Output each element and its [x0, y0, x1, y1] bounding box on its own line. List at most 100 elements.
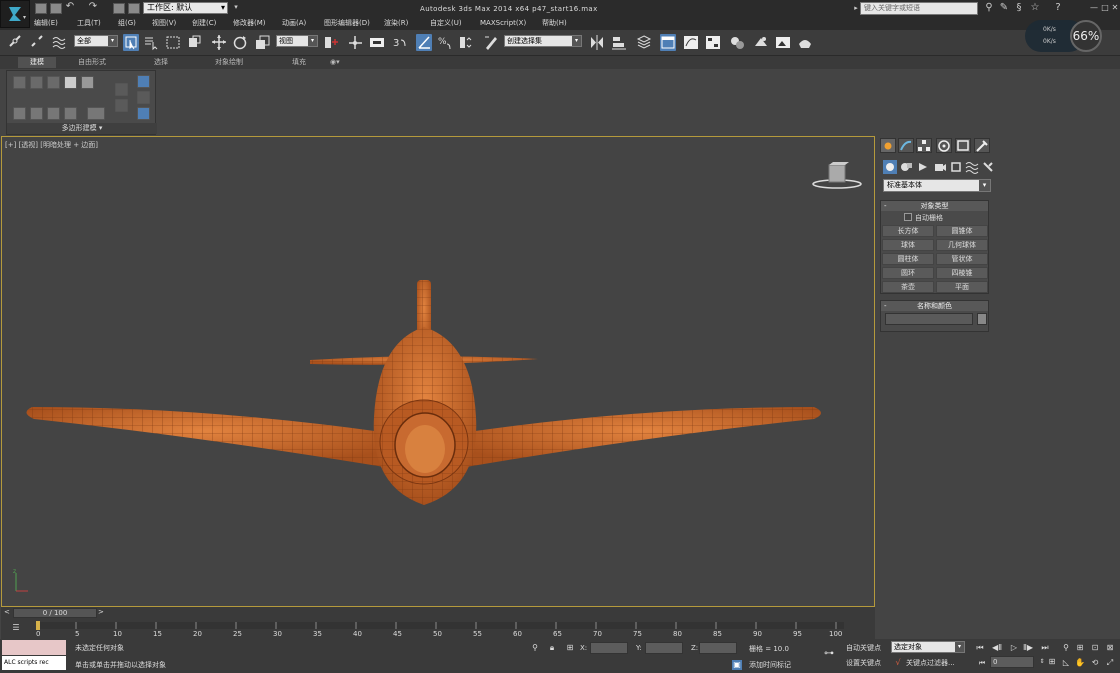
object-name-field[interactable]	[885, 313, 973, 325]
tab-selection[interactable]: 选择	[154, 57, 168, 68]
motion-tab-icon[interactable]	[936, 138, 952, 153]
menu-customize[interactable]: 自定义(U)	[430, 17, 462, 29]
save-file-icon[interactable]	[113, 3, 125, 14]
set-key-button[interactable]: 设置关键点	[846, 658, 881, 668]
subscription-icon[interactable]: §	[1013, 2, 1025, 14]
time-slider[interactable]: < 0 / 100 >	[1, 607, 875, 619]
next-frame-icon[interactable]: Ⅱ▶	[1022, 642, 1034, 654]
menu-animation[interactable]: 动画(A)	[282, 17, 306, 29]
align-icon[interactable]	[611, 34, 627, 51]
z-coord-field[interactable]	[699, 642, 737, 654]
teapot-button[interactable]: 茶壶	[882, 281, 934, 293]
ribbon-tool-icon[interactable]	[137, 75, 150, 88]
menu-modifiers[interactable]: 修改器(M)	[233, 17, 266, 29]
select-and-link-icon[interactable]	[7, 34, 23, 51]
perspective-viewport[interactable]: [+] [透视] [明暗处理 + 边面] z	[1, 136, 875, 607]
ribbon-options-icon[interactable]: ◉▾	[330, 57, 340, 68]
key-filters-button[interactable]: 关键点过滤器...	[906, 658, 955, 668]
zoom-extents-icon[interactable]: ⊡	[1089, 642, 1101, 654]
field-of-view-icon[interactable]: ◺	[1060, 657, 1072, 669]
airplane-model[interactable]	[2, 137, 876, 608]
selection-lock-icon[interactable]: 🔒︎	[547, 643, 557, 653]
edit-named-selection-icon[interactable]	[483, 34, 499, 51]
key-mode-icon[interactable]: ⏮	[976, 657, 988, 669]
tab-object-paint[interactable]: 对象绘制	[215, 57, 243, 68]
tube-button[interactable]: 管状体	[936, 253, 988, 265]
ribbon-tool-icon[interactable]	[64, 76, 77, 89]
key-selection-dropdown[interactable]: 选定对象 ▾	[891, 641, 965, 653]
cylinder-button[interactable]: 圆柱体	[882, 253, 934, 265]
geometry-icon[interactable]	[883, 160, 897, 174]
menu-maxscript[interactable]: MAXScript(X)	[480, 17, 526, 29]
ribbon-tool-icon[interactable]	[47, 76, 60, 89]
menu-tools[interactable]: 工具(T)	[77, 17, 101, 29]
select-object-icon[interactable]	[123, 34, 139, 51]
select-and-move-icon[interactable]	[211, 34, 227, 51]
plane-button[interactable]: 平面	[936, 281, 988, 293]
time-prev-icon[interactable]: <	[4, 608, 10, 616]
time-next-icon[interactable]: >	[98, 608, 104, 616]
shapes-icon[interactable]	[899, 160, 913, 174]
primitive-type-dropdown[interactable]: 标准基本体 ▾	[883, 179, 991, 192]
select-and-manipulate-icon[interactable]	[347, 34, 363, 51]
search-input[interactable]: 键入关键字或短语	[860, 2, 978, 15]
auto-key-button[interactable]: 自动关键点	[846, 643, 881, 653]
rendered-frame-window-icon[interactable]	[775, 34, 791, 51]
ribbon-tool-icon[interactable]	[30, 107, 43, 120]
y-coord-field[interactable]	[645, 642, 683, 654]
pan-view-icon[interactable]: ✋	[1074, 657, 1086, 669]
maximize-viewport-icon[interactable]: ⤢	[1104, 657, 1116, 669]
render-production-icon[interactable]	[797, 34, 813, 51]
menu-graph-editors[interactable]: 图形编辑器(D)	[324, 17, 370, 29]
mirror-icon[interactable]	[589, 34, 605, 51]
add-time-tag[interactable]: 添加时间标记	[749, 660, 791, 670]
ribbon-tool-icon[interactable]	[87, 107, 105, 120]
render-setup-icon[interactable]	[753, 34, 769, 51]
hold-icon[interactable]	[128, 3, 140, 14]
absolute-mode-icon[interactable]: ⊞	[565, 643, 575, 653]
schematic-view-icon[interactable]	[705, 34, 721, 51]
sphere-button[interactable]: 球体	[882, 239, 934, 251]
tab-modeling[interactable]: 建模	[18, 57, 56, 68]
menu-views[interactable]: 视图(V)	[152, 17, 176, 29]
systems-icon[interactable]	[981, 160, 995, 174]
zoom-all-icon[interactable]: ⊞	[1074, 642, 1086, 654]
play-icon[interactable]: ▷	[1008, 642, 1020, 654]
use-pivot-center-icon[interactable]	[323, 34, 339, 51]
menu-rendering[interactable]: 渲染(R)	[384, 17, 408, 29]
ribbon-tool-icon[interactable]	[115, 83, 128, 96]
rectangular-selection-region-icon[interactable]	[165, 34, 181, 51]
ribbon-tool-icon[interactable]	[30, 76, 43, 89]
box-button[interactable]: 长方体	[882, 225, 934, 237]
layer-manager-icon[interactable]	[636, 34, 652, 51]
go-to-end-icon[interactable]: ⏭	[1039, 642, 1051, 654]
graphite-modeling-tools-icon[interactable]	[660, 34, 676, 51]
mini-curve-editor-icon[interactable]: ☰	[10, 623, 22, 633]
go-to-start-icon[interactable]: ⏮	[974, 642, 986, 654]
ribbon-tool-icon[interactable]	[137, 107, 150, 120]
x-coord-field[interactable]	[590, 642, 628, 654]
new-file-icon[interactable]	[35, 3, 47, 14]
track-bar[interactable]: ☰ 0 5 10 15 20 25 30 35 40 45 50 55 60 6…	[1, 619, 875, 639]
ribbon-tool-icon[interactable]	[137, 91, 150, 104]
key-filter-icon[interactable]: √	[893, 658, 903, 668]
tab-freeform[interactable]: 自由形式	[78, 57, 106, 68]
geosphere-button[interactable]: 几何球体	[936, 239, 988, 251]
ribbon-panel-label[interactable]: 多边形建模 ▾	[7, 123, 157, 134]
object-color-swatch[interactable]	[977, 313, 987, 325]
space-warps-icon[interactable]	[965, 160, 979, 174]
tab-populate[interactable]: 填充	[292, 57, 306, 68]
selection-filter-dropdown[interactable]: 全部 ▾	[74, 35, 118, 47]
time-slider-thumb[interactable]: 0 / 100	[13, 608, 97, 618]
app-logo-icon[interactable]	[0, 0, 30, 28]
zoom-extents-all-icon[interactable]: ⊠	[1104, 642, 1116, 654]
menu-help[interactable]: 帮助(H)	[542, 17, 567, 29]
open-file-icon[interactable]	[50, 3, 62, 14]
current-frame-field[interactable]: 0	[990, 656, 1034, 668]
ribbon-tool-icon[interactable]	[47, 107, 60, 120]
workspace-dropdown[interactable]: 工作区: 默认 ▾	[143, 2, 228, 14]
object-type-header[interactable]: - 对象类型	[881, 201, 988, 211]
communication-center-icon[interactable]: ✎	[998, 2, 1010, 14]
binoculars-icon[interactable]: ⚲	[983, 2, 995, 14]
unlink-selection-icon[interactable]	[29, 34, 45, 51]
